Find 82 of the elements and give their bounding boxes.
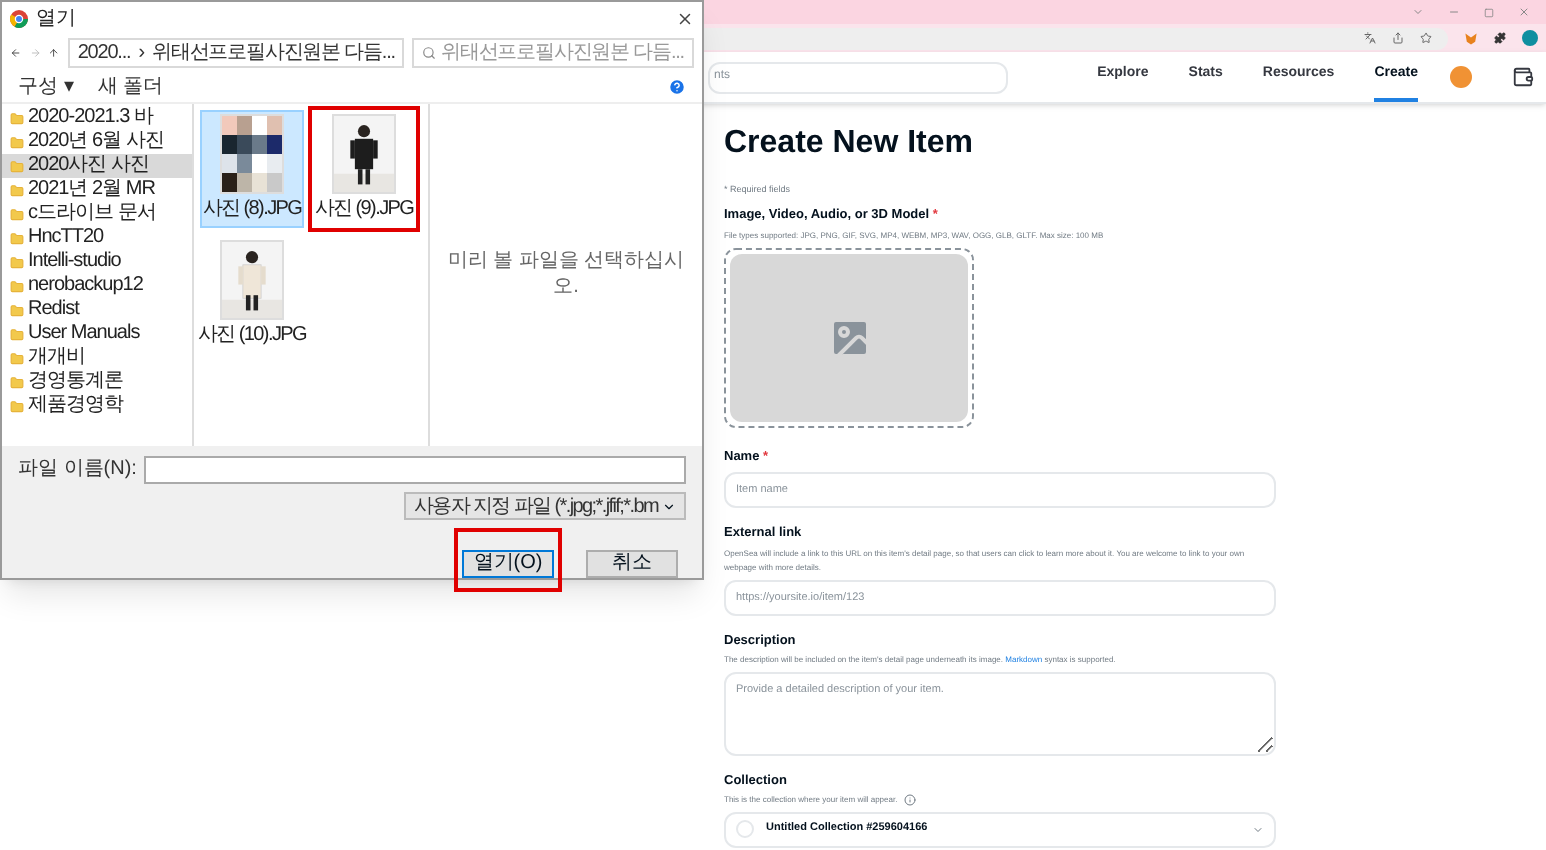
path-segment[interactable]: › [138,37,144,67]
collection-avatar [736,820,754,838]
folder-label: 경영통계론 [28,372,123,392]
folder-item[interactable]: Redist [2,298,192,322]
folder-icon [10,279,24,293]
folder-label: 2021년 2월 MR [28,180,155,200]
file-thumbnail[interactable]: 사진 (9).JPG [312,110,416,228]
folder-icon [10,303,24,317]
folder-item[interactable]: Intelli-studio [2,250,192,274]
file-thumbnail[interactable]: 사진 (8).JPG [200,110,304,228]
folder-label: nerobackup12 [28,276,143,296]
help-icon[interactable] [668,77,686,95]
window-title: 열기 [36,5,76,33]
tab-list-icon[interactable] [1412,6,1424,18]
toolbar-button[interactable]: 새 폴더 [97,71,164,101]
app-icon [10,9,28,27]
folder-icon [10,111,24,125]
folder-label: 2020사진 사진 [28,156,150,176]
folder-icon [10,159,24,173]
preview-message: 미리 볼 파일을 선택하십시오. [446,250,686,300]
folder-icon [10,207,24,221]
search-icon [422,45,437,59]
file-label: 사진 (9).JPG [314,196,414,224]
folder-icon [10,351,24,365]
folder-icon [10,399,24,413]
folder-item[interactable]: 2021년 2월 MR [2,178,192,202]
search-placeholder: 위태선프로필사진원본 다듬... [440,39,684,67]
file-thumbnail[interactable]: 사진 (10).JPG [200,236,304,354]
fox-icon[interactable] [1464,31,1478,45]
folder-icon [10,375,24,389]
profile-avatar[interactable] [1522,30,1538,46]
file-label: 사진 (10).JPG [198,322,306,350]
chevron-down-icon [1252,823,1264,835]
folder-item[interactable]: c드라이브 문서 [2,202,192,226]
folder-label: c드라이브 문서 [28,204,156,224]
toolbar-button[interactable]: 구성 ▾ [18,71,74,101]
caret-icon [662,499,676,513]
folder-label: 2020-2021.3 바 [28,108,153,128]
star-icon[interactable] [1420,32,1432,44]
folder-item[interactable]: HncTT20 [2,226,192,250]
extensions-icon[interactable] [1494,32,1506,44]
folder-label: 2020년 6월 사진 [28,132,164,152]
folder-label: 제품경영학 [28,396,123,416]
folder-icon [10,327,24,341]
folder-item[interactable]: 2020년 6월 사진 [2,130,192,154]
folder-label: Redist [28,300,79,320]
folder-item[interactable]: 개개비 [2,346,192,370]
filename-field[interactable] [144,455,686,483]
translate-icon[interactable] [1364,32,1376,44]
folder-item[interactable]: nerobackup12 [2,274,192,298]
info-icon[interactable] [903,793,916,805]
folder-icon [10,183,24,197]
share-icon[interactable] [1392,32,1404,44]
folder-item[interactable]: User Manuals [2,322,192,346]
path-field[interactable]: 2020... › 위태선프로필사진원본 다듬... [67,37,405,67]
folder-label: 개개비 [28,348,85,368]
path-segment[interactable]: 2020... [77,37,131,67]
folder-icon [10,255,24,269]
file-label: 사진 (8).JPG [202,196,302,224]
back-icon[interactable] [10,43,22,61]
file-type-dropdown[interactable]: 사용자 지정 파일 (*.jpg;*.jfif;*.bm [403,492,686,520]
upload-dropzone[interactable] [724,247,974,427]
folder-item[interactable]: 제품경영학 [2,394,192,418]
folder-label: User Manuals [28,324,140,344]
folder-item[interactable]: 2020사진 사진 [2,154,192,178]
folder-item[interactable]: 2020-2021.3 바 [2,106,192,130]
up-icon[interactable] [48,43,60,61]
folder-icon [10,231,24,245]
dialog-button[interactable]: 취소 [586,550,678,578]
folder-item[interactable]: 경영통계론 [2,370,192,394]
wallet-icon[interactable] [1512,66,1534,88]
page-title: Create New Item [724,128,975,160]
filename-label: 파일 이름(N): [18,456,137,484]
path-segment[interactable]: 위태선프로필사진원본 다듬... [151,37,395,67]
dialog-button[interactable]: 열기(O) [462,550,554,578]
folder-icon [10,135,24,149]
minimize-icon[interactable] [1448,6,1460,18]
folder-label: HncTT20 [28,228,104,248]
account-avatar[interactable] [1450,66,1472,88]
close-icon[interactable] [676,9,694,27]
maximize-icon[interactable] [1484,7,1494,17]
folder-label: Intelli-studio [28,252,121,272]
